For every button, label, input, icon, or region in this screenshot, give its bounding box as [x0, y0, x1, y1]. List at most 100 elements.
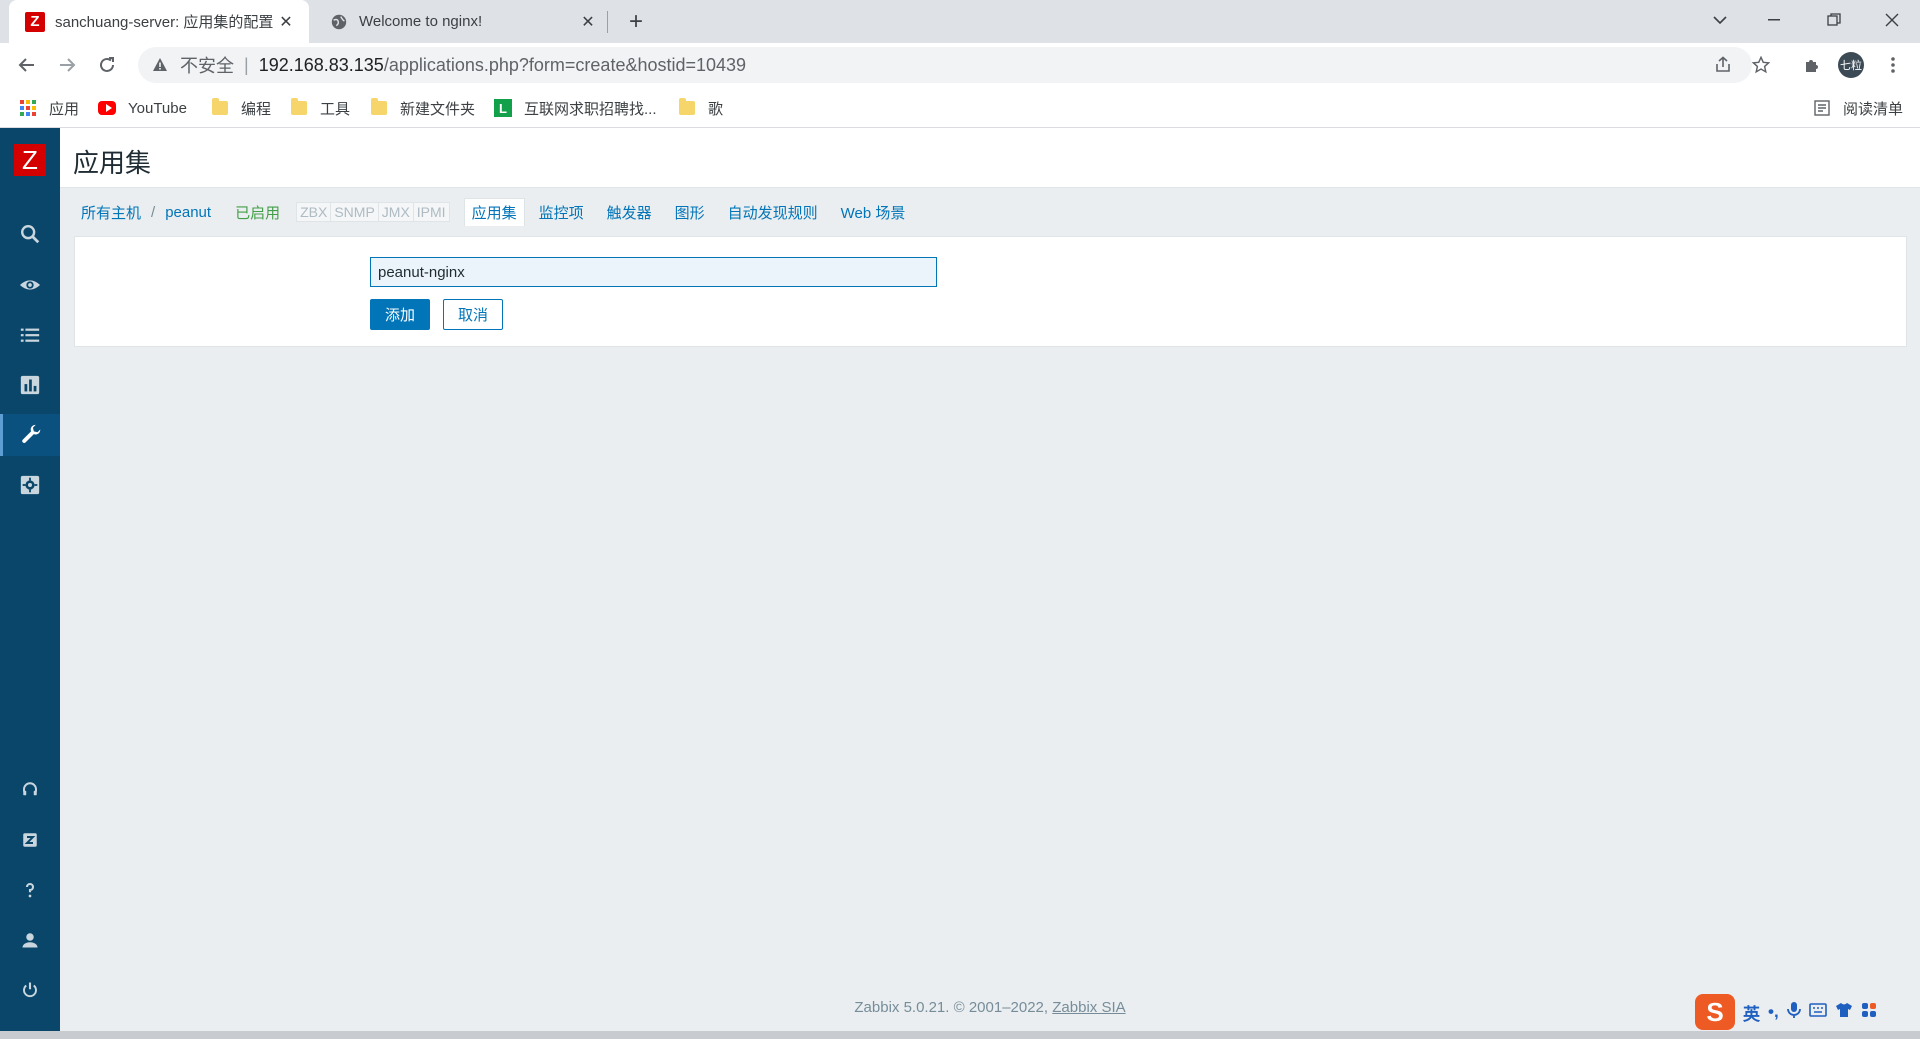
bookmark-label: 应用	[49, 100, 80, 118]
inventory-list-icon[interactable]	[0, 314, 60, 356]
security-label: 不安全	[180, 56, 234, 76]
bookmark-folder-new[interactable]: 新建文件夹	[370, 95, 475, 121]
bookmark-label: 编程	[241, 100, 272, 118]
tab-separator	[607, 11, 608, 33]
reports-chart-icon[interactable]	[0, 364, 60, 406]
folder-icon	[211, 98, 229, 117]
bookmark-label: YouTube	[128, 99, 187, 117]
forward-button[interactable]	[51, 49, 83, 81]
profile-avatar[interactable]: 七粒	[1838, 52, 1864, 78]
bookmark-youtube[interactable]: YouTube	[98, 95, 187, 121]
sign-out-power-icon[interactable]	[0, 969, 60, 1011]
bookmark-label: 新建文件夹	[400, 100, 476, 118]
close-icon[interactable]: ✕	[577, 11, 599, 33]
application-name-input[interactable]	[370, 257, 937, 287]
tab-search-icon[interactable]	[1697, 0, 1743, 40]
bookmark-folder-gongju[interactable]: 工具	[290, 95, 350, 121]
availability-zbx: ZBX	[297, 203, 332, 221]
configuration-wrench-icon[interactable]	[0, 414, 60, 456]
tab-web-scenarios[interactable]: Web 场景	[841, 202, 906, 223]
bookmark-apps[interactable]: 应用	[19, 95, 79, 121]
ime-mode[interactable]: 英	[1743, 1000, 1760, 1025]
url-text: 192.168.83.135/applications.php?form=cre…	[258, 54, 747, 75]
availability-ipmi: IPMI	[413, 203, 449, 221]
browser-toolbar: 不安全 | 192.168.83.135/applications.php?fo…	[0, 43, 1920, 87]
apps-grid-icon	[19, 99, 37, 117]
availability-snmp: SNMP	[331, 203, 379, 221]
application-form: *名称 添加 取消	[74, 236, 1907, 347]
bookmark-label: 歌	[708, 100, 724, 118]
availability-indicators: ZBX SNMP JMX IPMI	[296, 202, 450, 222]
tab-triggers[interactable]: 触发器	[607, 202, 652, 223]
bookmark-folder-ge[interactable]: 歌	[678, 95, 723, 121]
globe-icon	[329, 12, 349, 32]
search-icon[interactable]	[0, 213, 60, 255]
microphone-icon[interactable]	[1786, 1001, 1801, 1024]
youtube-icon	[98, 99, 116, 117]
warning-icon[interactable]	[152, 57, 168, 73]
breadcrumb-host[interactable]: peanut	[165, 204, 211, 221]
reading-list-label: 阅读清单	[1843, 100, 1904, 118]
browser-tab-strip: Z sanchuang-server: 应用集的配置 ✕ Welcome to …	[0, 0, 1920, 43]
ime-punctuation[interactable]: •,	[1768, 1002, 1779, 1022]
tab-applications[interactable]: 应用集	[463, 198, 525, 226]
share-z-icon[interactable]	[0, 819, 60, 861]
page-title: 应用集	[73, 148, 152, 178]
folder-icon	[370, 98, 388, 117]
sogou-logo-icon[interactable]: S	[1695, 994, 1735, 1030]
administration-gear-icon[interactable]	[0, 464, 60, 506]
bookmark-folder-biancheng[interactable]: 编程	[211, 95, 271, 121]
breadcrumb-separator: /	[151, 203, 156, 221]
ime-toolbar: S 英 •,	[1695, 993, 1920, 1031]
footer-text: Zabbix 5.0.21. © 2001–2022,	[854, 999, 1053, 1016]
extensions-icon[interactable]	[1798, 51, 1826, 79]
reading-list-button[interactable]: 阅读清单	[1813, 95, 1903, 121]
close-icon[interactable]: ✕	[275, 11, 297, 33]
zabbix-logo[interactable]: Z	[14, 144, 46, 176]
help-icon[interactable]	[0, 869, 60, 911]
share-icon[interactable]	[1709, 51, 1737, 79]
host-status-enabled[interactable]: 已启用	[235, 202, 280, 223]
bookmark-star-icon[interactable]	[1747, 51, 1775, 79]
zabbix-favicon-icon: Z	[25, 11, 45, 32]
support-headset-icon[interactable]	[0, 769, 60, 811]
cancel-button[interactable]: 取消	[443, 299, 503, 330]
address-bar[interactable]: 不安全 | 192.168.83.135/applications.php?fo…	[138, 47, 1752, 83]
restore-button[interactable]	[1811, 0, 1857, 40]
tab-title: Welcome to nginx!	[359, 13, 483, 30]
bookmarks-bar: 应用 YouTube 编程 工具 新建文件夹 L 互联网求职招聘找... 歌 阅…	[0, 87, 1920, 128]
skin-shirt-icon[interactable]	[1835, 1002, 1853, 1023]
keyboard-icon[interactable]	[1808, 1002, 1827, 1022]
menu-kebab-icon[interactable]	[1879, 51, 1907, 79]
breadcrumb-all-hosts[interactable]: 所有主机	[81, 202, 141, 223]
user-profile-icon[interactable]	[0, 919, 60, 961]
bookmark-job-site[interactable]: L 互联网求职招聘找...	[494, 95, 657, 121]
reload-button[interactable]	[91, 49, 123, 81]
minimize-button[interactable]	[1751, 0, 1797, 40]
toolbox-grid-icon[interactable]	[1861, 1002, 1877, 1023]
add-button[interactable]: 添加	[370, 299, 430, 330]
tab-graphs[interactable]: 图形	[675, 202, 705, 223]
tab-title: sanchuang-server: 应用集的配置	[55, 14, 274, 31]
reading-list-icon	[1813, 99, 1831, 117]
folder-icon	[290, 98, 308, 117]
folder-icon	[678, 98, 696, 117]
bookmark-label: 互联网求职招聘找...	[524, 100, 657, 118]
page-footer: Zabbix 5.0.21. © 2001–2022, Zabbix SIA	[60, 999, 1920, 1016]
l-logo-icon: L	[494, 99, 512, 117]
availability-jmx: JMX	[378, 203, 414, 221]
browser-tab-zabbix[interactable]: Z sanchuang-server: 应用集的配置 ✕	[9, 0, 309, 43]
tab-discovery-rules[interactable]: 自动发现规则	[728, 202, 818, 223]
omnibox-divider: |	[244, 54, 249, 75]
zabbix-sidebar: Z	[0, 128, 60, 1039]
new-tab-button[interactable]: +	[622, 8, 650, 36]
window-close-button[interactable]	[1869, 0, 1915, 40]
page-header: 应用集	[60, 128, 1920, 188]
taskbar-edge	[0, 1031, 1920, 1039]
monitoring-eye-icon[interactable]	[0, 264, 60, 306]
tab-items[interactable]: 监控项	[539, 202, 584, 223]
back-button[interactable]	[11, 49, 43, 81]
browser-tab-nginx[interactable]: Welcome to nginx! ✕	[313, 0, 611, 43]
bookmark-label: 工具	[320, 100, 351, 118]
footer-link[interactable]: Zabbix SIA	[1052, 999, 1125, 1016]
